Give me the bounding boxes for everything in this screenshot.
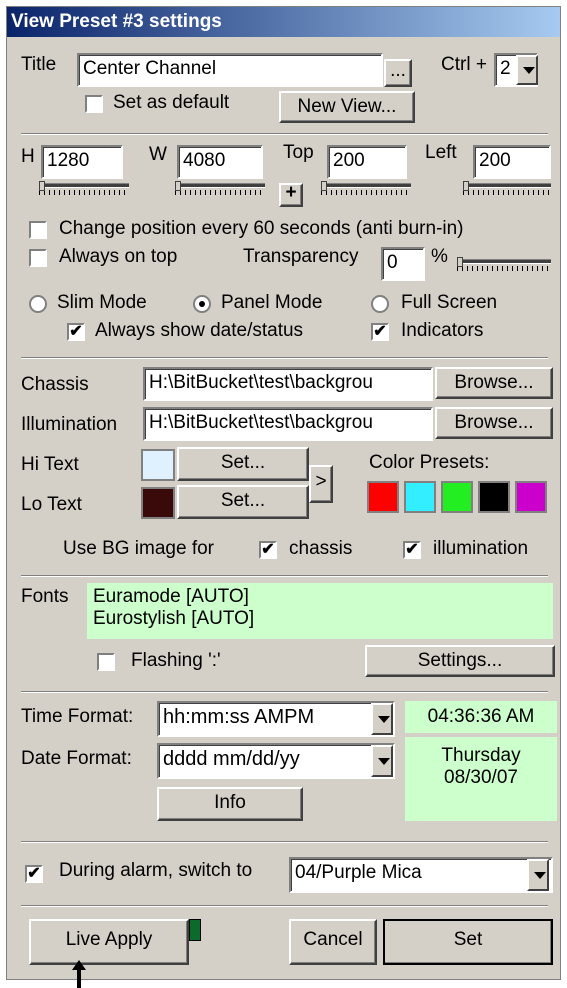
separator [21,133,548,135]
title-input[interactable]: Center Channel [77,53,383,87]
always-on-top-checkbox[interactable] [29,249,47,267]
bg-illumination-label: illumination [433,538,529,559]
panel-mode-label: Panel Mode [221,292,323,313]
new-view-button[interactable]: New View... [279,91,415,123]
copy-color-arrow-button[interactable]: > [309,465,333,503]
bg-illumination-checkbox[interactable]: ✔ [403,541,421,559]
change-position-checkbox[interactable] [29,221,47,239]
w-input[interactable]: 4080 [177,145,263,179]
font-settings-button[interactable]: Settings... [365,645,555,677]
color-preset-swatch[interactable] [441,481,473,513]
separator [21,691,548,693]
chassis-label: Chassis [21,374,89,395]
transparency-label: Transparency [243,246,359,267]
time-format-label: Time Format: [21,706,134,727]
lo-text-set-button[interactable]: Set... [177,485,309,519]
color-preset-swatch[interactable] [515,481,547,513]
alarm-preset-dropdown-arrow-icon[interactable] [527,859,549,891]
color-preset-swatch[interactable] [404,481,436,513]
separator [21,905,548,907]
illumination-path-input[interactable]: H:\BitBucket\test\backgrou [143,407,433,441]
w-slider[interactable] [175,181,265,197]
indicators-checkbox[interactable]: ✔ [371,323,389,341]
full-screen-radio[interactable] [371,295,389,313]
fonts-label: Fonts [21,586,69,607]
h-label: H [21,146,35,167]
chassis-browse-button[interactable]: Browse... [435,367,553,399]
font-line-2: Eurostylish [AUTO] [93,608,255,629]
date-preview-date: 08/30/07 [444,767,518,788]
plus-button[interactable]: + [279,183,303,207]
bg-chassis-label: chassis [289,538,353,559]
transparency-input[interactable]: 0 [381,247,425,281]
slim-mode-label: Slim Mode [57,292,147,313]
color-preset-swatch[interactable] [367,481,399,513]
date-preview-day: Thursday [441,745,521,766]
live-apply-button[interactable]: Live Apply [29,919,189,965]
hi-text-color-swatch [141,449,175,481]
flashing-checkbox[interactable] [97,653,115,671]
top-slider[interactable] [321,181,411,197]
alarm-switch-label: During alarm, switch to [59,860,253,881]
date-format-label: Date Format: [21,748,132,769]
use-bg-label: Use BG image for [63,538,214,559]
ctrl-dropdown-arrow-icon[interactable] [516,55,538,85]
h-input[interactable]: 1280 [41,145,123,179]
mouse-pointer-icon [72,960,86,988]
date-preview: Thursday 08/30/07 [405,737,557,821]
change-position-label: Change position every 60 seconds (anti b… [59,218,464,239]
bg-chassis-checkbox[interactable]: ✔ [259,541,277,559]
ctrl-label: Ctrl + [441,54,487,75]
left-slider[interactable] [463,181,551,197]
top-label: Top [283,142,314,163]
time-format-dropdown-arrow-icon[interactable] [371,703,393,735]
illumination-browse-button[interactable]: Browse... [435,407,553,439]
left-input[interactable]: 200 [473,145,551,179]
left-label: Left [425,142,457,163]
set-default-label: Set as default [113,92,230,113]
fonts-list[interactable]: Euramode [AUTO] Eurostylish [AUTO] [87,583,553,639]
lo-text-color-swatch [141,487,175,519]
title-label: Title [21,54,57,75]
separator [21,841,548,843]
preset-settings-window: View Preset #3 settings Title Center Cha… [6,6,561,980]
separator [21,575,548,577]
live-apply-indicator [189,919,201,941]
lo-text-label: Lo Text [21,494,82,515]
info-button[interactable]: Info [157,787,303,821]
always-show-checkbox[interactable]: ✔ [67,323,85,341]
transparency-slider[interactable] [457,257,551,273]
full-screen-label: Full Screen [401,292,498,313]
chassis-path-input[interactable]: H:\BitBucket\test\backgrou [143,367,433,401]
hi-text-set-button[interactable]: Set... [177,447,309,481]
illumination-label: Illumination [21,414,118,435]
window-title: View Preset #3 settings [7,7,560,37]
indicators-label: Indicators [401,320,484,341]
flashing-label: Flashing ':' [131,650,221,671]
font-line-1: Euramode [AUTO] [93,586,249,607]
cancel-button[interactable]: Cancel [289,919,377,965]
always-show-label: Always show date/status [95,320,304,341]
hi-text-label: Hi Text [21,454,79,475]
panel-mode-radio[interactable] [193,295,211,313]
color-presets [367,481,557,517]
time-preview: 04:36:36 AM [405,701,557,733]
top-input[interactable]: 200 [327,145,407,179]
alarm-preset-select[interactable]: 04/Purple Mica [289,857,553,893]
title-browse-button[interactable]: ... [384,59,412,87]
set-default-checkbox[interactable] [85,95,103,113]
h-slider[interactable] [39,181,129,197]
alarm-switch-checkbox[interactable]: ✔ [25,865,43,883]
always-on-top-label: Always on top [59,246,178,267]
color-presets-label: Color Presets: [369,452,490,473]
percent-label: % [431,246,448,267]
separator [21,357,548,359]
set-button[interactable]: Set [383,919,553,965]
w-label: W [149,144,167,165]
date-format-dropdown-arrow-icon[interactable] [371,745,393,777]
slim-mode-radio[interactable] [29,295,47,313]
time-format-select[interactable]: hh:mm:ss AMPM [157,701,395,737]
color-preset-swatch[interactable] [478,481,510,513]
date-format-select[interactable]: dddd mm/dd/yy [157,743,395,779]
